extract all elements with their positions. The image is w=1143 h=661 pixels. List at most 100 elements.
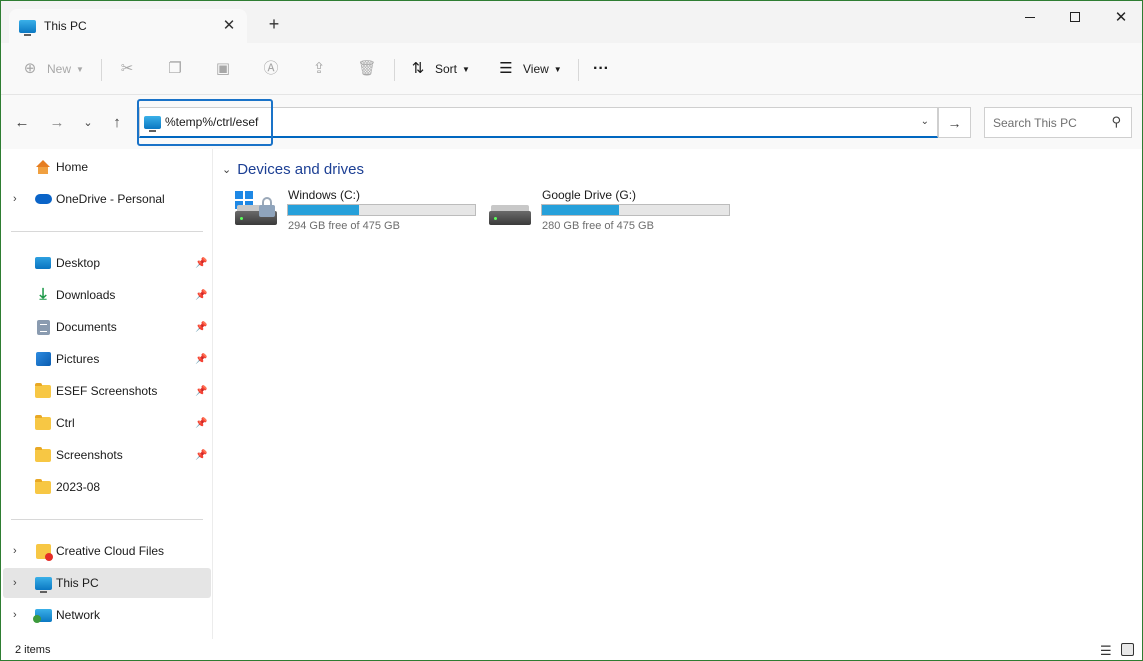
copy-button[interactable]: ❐ (166, 55, 184, 83)
tab-this-pc[interactable]: This PC ✕ (9, 9, 247, 43)
sort-button[interactable]: ⇅ Sort ▼ (409, 55, 470, 83)
item-count: 2 items (15, 644, 51, 656)
sidebar-item-screenshots[interactable]: Screenshots 📌 (3, 440, 211, 470)
delete-button[interactable]: 🗑 (357, 55, 376, 83)
pin-icon: 📌 (195, 353, 208, 365)
sort-icon: ⇅ (411, 60, 425, 77)
recent-locations-button[interactable]: ⌄ (77, 111, 99, 133)
search-input[interactable] (993, 115, 1103, 130)
share-icon: ⇪ (312, 60, 326, 77)
chevron-right-icon[interactable]: › (13, 193, 17, 205)
pin-icon: 📌 (195, 257, 208, 269)
copy-icon: ❐ (168, 60, 182, 77)
arrow-left-icon: ← (14, 113, 30, 131)
share-button[interactable]: ⇪ (310, 55, 328, 83)
toolbar-divider (394, 59, 395, 81)
chevron-right-icon[interactable]: › (13, 577, 17, 589)
sidebar-item-label: Downloads (56, 288, 116, 302)
view-list-icon: ☰ (499, 60, 513, 77)
this-pc-icon (34, 576, 52, 593)
search-box[interactable]: ⚲ (984, 107, 1132, 138)
sidebar-item-label: Network (56, 608, 101, 622)
up-button[interactable]: ↑ (106, 111, 128, 133)
sidebar-item-desktop[interactable]: Desktop 📌 (3, 248, 211, 278)
chevron-right-icon[interactable]: › (13, 609, 17, 621)
back-button[interactable]: ← (11, 111, 33, 133)
address-dropdown-icon[interactable]: ⌄ (921, 116, 929, 127)
close-button[interactable]: ✕ (1103, 5, 1139, 29)
forward-button[interactable]: → (46, 111, 68, 133)
sidebar-item-network[interactable]: › Network (3, 600, 211, 630)
onedrive-icon (34, 194, 52, 204)
chevron-down-icon: ▼ (553, 64, 562, 74)
go-button[interactable]: → (938, 107, 971, 138)
more-options-button[interactable]: ··· (593, 55, 609, 83)
pin-icon: 📌 (195, 449, 208, 461)
sidebar-divider (11, 519, 203, 520)
new-tab-button[interactable]: + (263, 13, 285, 35)
sidebar-item-pictures[interactable]: Pictures 📌 (3, 344, 211, 374)
folder-icon (35, 478, 51, 494)
sort-label: Sort (435, 62, 458, 76)
sidebar-item-label: 2023-08 (56, 480, 101, 494)
command-bar: ⊕ New ▼ ✂ ❐ ▣ Ⓐ ⇪ 🗑 ⇅ Sort ▼ ☰ View ▼ ··… (1, 43, 1142, 95)
sidebar-item-label: Screenshots (56, 448, 123, 462)
desktop-icon (35, 257, 51, 269)
title-bar: This PC ✕ + ✕ (1, 1, 1142, 43)
chevron-down-icon: ⌄ (222, 164, 232, 176)
folder-icon (35, 446, 51, 462)
close-icon: ✕ (1114, 9, 1128, 26)
new-button[interactable]: ⊕ New ▼ (21, 55, 84, 83)
tiles-view-icon[interactable] (1121, 643, 1134, 656)
documents-icon (36, 319, 50, 335)
pin-icon: 📌 (195, 385, 208, 397)
rename-button[interactable]: Ⓐ (262, 55, 280, 83)
chevron-right-icon[interactable]: › (13, 545, 17, 557)
maximize-icon (1070, 12, 1080, 22)
toolbar-divider (101, 59, 102, 81)
pin-icon: 📌 (195, 289, 208, 301)
sidebar-item-documents[interactable]: Documents 📌 (3, 312, 211, 342)
home-icon (35, 160, 51, 174)
creative-cloud-icon (35, 543, 53, 561)
drive-windows-c[interactable]: Windows (C:) 294 GB free of 475 GB (229, 185, 479, 235)
search-icon[interactable]: ⚲ (1111, 114, 1121, 130)
group-header-devices[interactable]: ⌄ Devices and drives (222, 161, 364, 178)
navigation-pane: Home › OneDrive - Personal Desktop 📌 ⤓ D… (1, 149, 213, 639)
sidebar-item-onedrive[interactable]: › OneDrive - Personal (3, 184, 211, 214)
sidebar-item-downloads[interactable]: ⤓ Downloads 📌 (3, 280, 211, 310)
drive-google-g[interactable]: Google Drive (G:) 280 GB free of 475 GB (483, 185, 733, 235)
more-icon: ··· (593, 60, 609, 77)
new-label: New (47, 62, 72, 76)
sidebar-item-home[interactable]: Home (3, 152, 211, 182)
sidebar-item-2023-08[interactable]: 2023-08 (3, 472, 211, 502)
arrow-up-icon: ↑ (113, 113, 121, 131)
sidebar-divider (11, 231, 203, 232)
tab-close-icon[interactable]: ✕ (221, 18, 237, 34)
sidebar-item-esef-screenshots[interactable]: ESEF Screenshots 📌 (3, 376, 211, 406)
paste-button[interactable]: ▣ (214, 55, 232, 83)
drive-free-space: 294 GB free of 475 GB (288, 220, 400, 232)
details-view-icon[interactable]: ☰ (1100, 643, 1112, 659)
sidebar-item-label: Documents (56, 320, 117, 334)
group-title: Devices and drives (237, 161, 364, 178)
minimize-button[interactable] (1012, 5, 1048, 29)
view-button[interactable]: ☰ View ▼ (497, 55, 562, 83)
cut-button[interactable]: ✂ (118, 55, 136, 83)
maximize-button[interactable] (1057, 5, 1093, 29)
chevron-down-icon: ⌄ (83, 116, 93, 129)
sidebar-item-label: OneDrive - Personal (56, 192, 165, 206)
paste-icon: ▣ (215, 60, 231, 77)
rename-icon: Ⓐ (263, 60, 279, 77)
drive-name: Windows (C:) (288, 188, 361, 202)
sidebar-item-creative-cloud[interactable]: › Creative Cloud Files (3, 536, 211, 566)
pictures-icon (35, 352, 51, 366)
navigation-bar: ← → ⌄ ↑ ⌄ → ⚲ (1, 95, 1142, 149)
hard-drive-icon (489, 191, 533, 229)
drive-usage-fill (542, 205, 619, 215)
sidebar-item-this-pc[interactable]: › This PC (3, 568, 211, 598)
sidebar-item-ctrl[interactable]: Ctrl 📌 (3, 408, 211, 438)
content-pane: ⌄ Devices and drives Windows (C:) 294 GB… (214, 149, 1142, 639)
arrow-right-icon: → (947, 114, 962, 131)
pin-icon: 📌 (195, 417, 208, 429)
